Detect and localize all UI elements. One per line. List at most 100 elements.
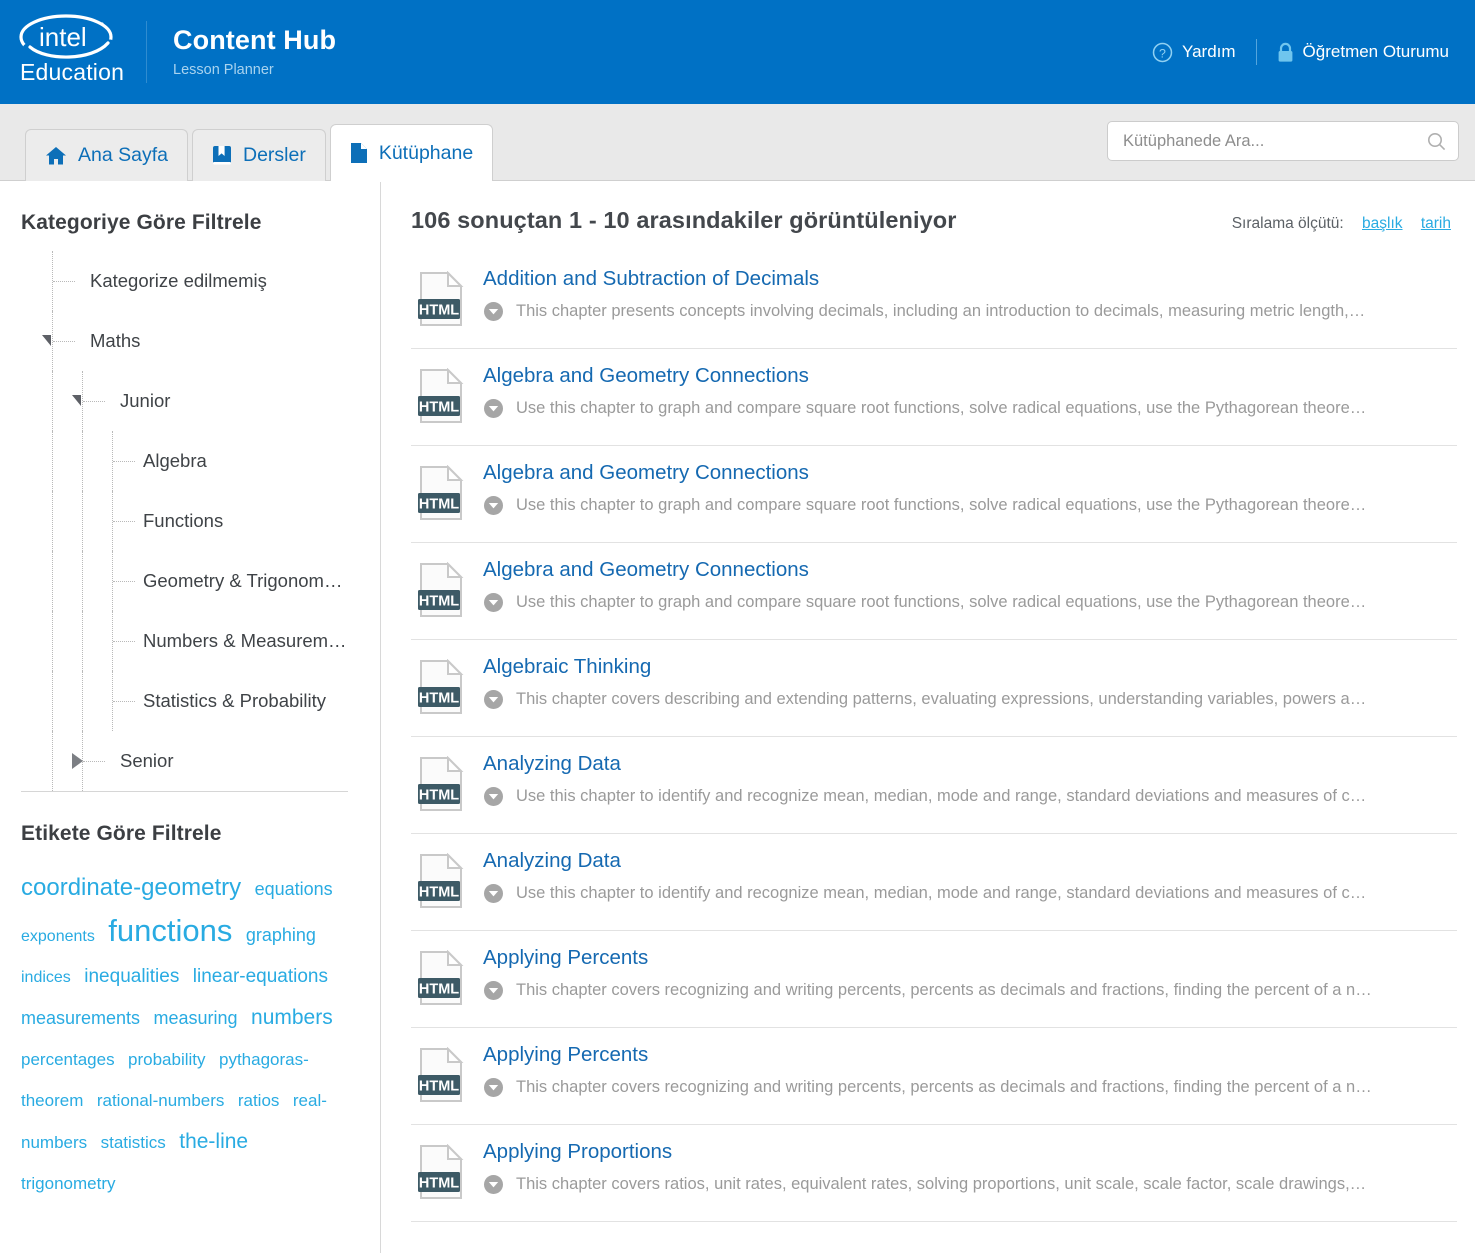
search-input[interactable] (1107, 121, 1459, 161)
home-icon (45, 146, 67, 166)
tab-label: Ana Sayfa (78, 144, 168, 166)
tree-node-label[interactable]: Numbers & Measurem… (143, 630, 347, 652)
chevron-down-circle-icon[interactable] (483, 1174, 504, 1195)
html-file-icon: HTML (417, 849, 473, 914)
html-file-icon: HTML (417, 946, 473, 1011)
tag-link[interactable]: measuring (154, 1008, 238, 1028)
tree-guide-line (52, 551, 53, 611)
chevron-down-circle-icon[interactable] (483, 301, 504, 322)
result-title-link[interactable]: Analyzing Data (483, 752, 621, 776)
tag-link[interactable]: rational-numbers (97, 1091, 225, 1110)
result-description-text: This chapter covers ratios, unit rates, … (516, 1175, 1367, 1193)
tag-link[interactable]: graphing (246, 925, 316, 945)
result-body: Addition and Subtraction of Decimals This… (473, 267, 1457, 322)
svg-text:intel: intel (39, 22, 87, 52)
document-icon (350, 142, 368, 164)
tag-link[interactable]: the-line (179, 1130, 248, 1153)
chevron-down-circle-icon[interactable] (483, 592, 504, 613)
sort-label: Sıralama ölçütü: (1231, 215, 1344, 232)
tag-link[interactable]: equations (255, 879, 333, 899)
app-title: Content Hub (173, 24, 337, 55)
tag-link[interactable]: inequalities (84, 966, 179, 987)
tree-caret-collapsed-icon[interactable] (72, 753, 83, 769)
result-title-link[interactable]: Algebra and Geometry Connections (483, 558, 809, 582)
sort-by-title[interactable]: başlık (1362, 215, 1403, 232)
tab-dersler[interactable]: Dersler (191, 129, 326, 181)
tag-link[interactable]: functions (108, 913, 232, 948)
help-link[interactable]: ? Yardım (1152, 42, 1236, 63)
result-title-link[interactable]: Algebra and Geometry Connections (483, 364, 809, 388)
tag-link[interactable]: trigonometry (21, 1174, 115, 1193)
tree-node-label[interactable]: Functions (143, 510, 223, 532)
tree-node[interactable]: Functions (0, 491, 380, 551)
result-description-text: Use this chapter to identify and recogni… (516, 884, 1367, 902)
result-description: Use this chapter to identify and recogni… (483, 786, 1457, 807)
teacher-session-link[interactable]: Öğretmen Oturumu (1277, 42, 1449, 63)
sort-by-date[interactable]: tarih (1421, 215, 1451, 232)
tree-node[interactable]: Junior (0, 371, 380, 431)
tag-link[interactable]: statistics (101, 1133, 166, 1152)
tag-link[interactable]: percentages (21, 1050, 115, 1069)
chevron-down-circle-icon[interactable] (483, 495, 504, 516)
tag-link[interactable]: indices (21, 969, 71, 986)
result-description: This chapter covers describing and exten… (483, 689, 1457, 710)
result-title-link[interactable]: Analyzing Data (483, 849, 621, 873)
results-header: 106 sonuçtan 1 - 10 arasındakiler görünt… (411, 181, 1457, 234)
chevron-down-circle-icon[interactable] (483, 1077, 504, 1098)
tree-node[interactable]: Maths (0, 311, 380, 371)
tag-link[interactable]: linear-equations (193, 966, 328, 987)
chevron-down-circle-icon[interactable] (483, 398, 504, 419)
chevron-down-circle-icon[interactable] (483, 980, 504, 1001)
chevron-down-circle-icon[interactable] (483, 786, 504, 807)
result-item: HTML Algebra and Geometry Connections Use … (411, 446, 1457, 543)
svg-text:HTML: HTML (419, 400, 459, 416)
tree-node[interactable]: Numbers & Measurem… (0, 611, 380, 671)
tab-ana-sayfa[interactable]: Ana Sayfa (25, 129, 188, 181)
result-title-link[interactable]: Applying Percents (483, 1043, 648, 1067)
result-body: Analyzing Data Use this chapter to identi… (473, 849, 1457, 904)
tree-node[interactable]: Algebra (0, 431, 380, 491)
tree-node-label[interactable]: Junior (120, 390, 170, 412)
tree-node[interactable]: Senior (0, 731, 380, 791)
result-description: This chapter covers recognizing and writ… (483, 1077, 1457, 1098)
tab-kutuphane[interactable]: Kütüphane (329, 124, 494, 182)
result-item: HTML Analyzing Data Use this chapter to id… (411, 737, 1457, 834)
tag-link[interactable]: measurements (21, 1008, 140, 1028)
result-title-link[interactable]: Algebra and Geometry Connections (483, 461, 809, 485)
tree-guide-line (82, 611, 83, 671)
html-file-icon: HTML (417, 655, 473, 720)
book-icon (212, 145, 232, 166)
tree-node-label[interactable]: Kategorize edilmemiş (90, 270, 267, 292)
result-description-text: Use this chapter to graph and compare sq… (516, 399, 1367, 417)
tree-caret-expanded-icon[interactable] (42, 335, 51, 346)
tag-link[interactable]: ratios (238, 1091, 280, 1110)
result-description: This chapter covers recognizing and writ… (483, 980, 1457, 1001)
tree-node[interactable]: Statistics & Probability (0, 671, 380, 731)
chevron-down-circle-icon[interactable] (483, 883, 504, 904)
tag-link[interactable]: probability (128, 1050, 206, 1069)
chevron-down-circle-icon[interactable] (483, 689, 504, 710)
result-body: Analyzing Data Use this chapter to identi… (473, 752, 1457, 807)
result-title-link[interactable]: Addition and Subtraction of Decimals (483, 267, 819, 291)
tag-link[interactable]: coordinate-geometry (21, 874, 241, 901)
tree-caret-expanded-icon[interactable] (72, 395, 81, 406)
tree-node[interactable]: Kategorize edilmemiş (0, 251, 380, 311)
tree-node-label[interactable]: Algebra (143, 450, 207, 472)
tree-node-label[interactable]: Senior (120, 750, 173, 772)
tag-link[interactable]: exponents (21, 928, 95, 945)
tree-guide-line (113, 521, 135, 522)
result-title-link[interactable]: Algebraic Thinking (483, 655, 651, 679)
tree-node[interactable]: Geometry & Trigonom… (0, 551, 380, 611)
tree-guide-line (52, 611, 53, 671)
tree-node-label[interactable]: Geometry & Trigonom… (143, 570, 342, 592)
tree-node-label[interactable]: Maths (90, 330, 140, 352)
result-description-text: Use this chapter to graph and compare sq… (516, 496, 1367, 514)
result-title-link[interactable]: Applying Proportions (483, 1140, 672, 1164)
tree-node-label[interactable]: Statistics & Probability (143, 690, 326, 712)
result-title-link[interactable]: Applying Percents (483, 946, 648, 970)
result-description: Use this chapter to graph and compare sq… (483, 398, 1457, 419)
main-content: 106 sonuçtan 1 - 10 arasındakiler görünt… (381, 181, 1475, 1253)
result-item: HTML Algebra and Geometry Connections Use … (411, 543, 1457, 640)
tag-link[interactable]: numbers (251, 1006, 333, 1029)
result-description: Use this chapter to identify and recogni… (483, 883, 1457, 904)
